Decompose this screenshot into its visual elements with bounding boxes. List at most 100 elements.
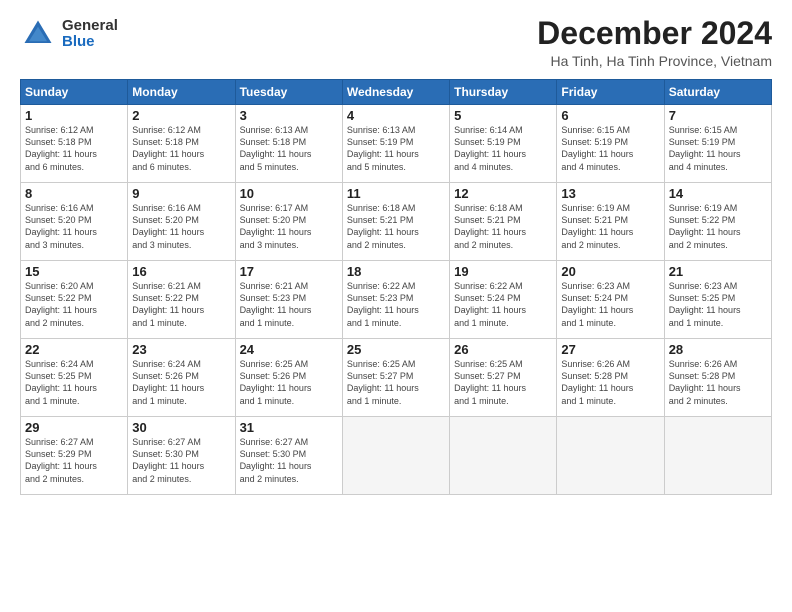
table-cell <box>450 417 557 495</box>
day-info: Sunrise: 6:19 AM Sunset: 5:22 PM Dayligh… <box>669 202 767 251</box>
day-info: Sunrise: 6:24 AM Sunset: 5:26 PM Dayligh… <box>132 358 230 407</box>
calendar-row: 1 Sunrise: 6:12 AM Sunset: 5:18 PM Daylig… <box>21 105 772 183</box>
table-cell: 16Sunrise: 6:21 AM Sunset: 5:22 PM Dayli… <box>128 261 235 339</box>
table-cell: 18Sunrise: 6:22 AM Sunset: 5:23 PM Dayli… <box>342 261 449 339</box>
table-cell: 8Sunrise: 6:16 AM Sunset: 5:20 PM Daylig… <box>21 183 128 261</box>
day-info: Sunrise: 6:22 AM Sunset: 5:24 PM Dayligh… <box>454 280 552 329</box>
table-cell: 1Sunrise: 6:12 AM Sunset: 5:18 PM Daylig… <box>21 105 128 183</box>
day-number: 2 <box>132 108 230 123</box>
day-info: Sunrise: 6:25 AM Sunset: 5:26 PM Dayligh… <box>240 358 338 407</box>
day-info: Sunrise: 6:25 AM Sunset: 5:27 PM Dayligh… <box>347 358 445 407</box>
day-number: 8 <box>25 186 123 201</box>
table-cell: 5Sunrise: 6:14 AM Sunset: 5:19 PM Daylig… <box>450 105 557 183</box>
day-info: Sunrise: 6:14 AM Sunset: 5:19 PM Dayligh… <box>454 124 552 173</box>
calendar-table: Sunday Monday Tuesday Wednesday Thursday… <box>20 79 772 495</box>
table-cell: 7Sunrise: 6:15 AM Sunset: 5:19 PM Daylig… <box>664 105 771 183</box>
day-info: Sunrise: 6:27 AM Sunset: 5:29 PM Dayligh… <box>25 436 123 485</box>
table-cell: 12Sunrise: 6:18 AM Sunset: 5:21 PM Dayli… <box>450 183 557 261</box>
day-number: 5 <box>454 108 552 123</box>
day-number: 27 <box>561 342 659 357</box>
day-info: Sunrise: 6:27 AM Sunset: 5:30 PM Dayligh… <box>240 436 338 485</box>
table-cell: 13Sunrise: 6:19 AM Sunset: 5:21 PM Dayli… <box>557 183 664 261</box>
table-cell: 28Sunrise: 6:26 AM Sunset: 5:28 PM Dayli… <box>664 339 771 417</box>
day-info: Sunrise: 6:13 AM Sunset: 5:18 PM Dayligh… <box>240 124 338 173</box>
day-info: Sunrise: 6:15 AM Sunset: 5:19 PM Dayligh… <box>561 124 659 173</box>
day-info: Sunrise: 6:22 AM Sunset: 5:23 PM Dayligh… <box>347 280 445 329</box>
col-tuesday: Tuesday <box>235 80 342 105</box>
day-number: 29 <box>25 420 123 435</box>
day-info: Sunrise: 6:18 AM Sunset: 5:21 PM Dayligh… <box>347 202 445 251</box>
table-cell: 11Sunrise: 6:18 AM Sunset: 5:21 PM Dayli… <box>342 183 449 261</box>
table-cell <box>557 417 664 495</box>
day-info: Sunrise: 6:26 AM Sunset: 5:28 PM Dayligh… <box>669 358 767 407</box>
table-cell: 15Sunrise: 6:20 AM Sunset: 5:22 PM Dayli… <box>21 261 128 339</box>
table-cell: 9Sunrise: 6:16 AM Sunset: 5:20 PM Daylig… <box>128 183 235 261</box>
day-info: Sunrise: 6:21 AM Sunset: 5:22 PM Dayligh… <box>132 280 230 329</box>
day-number: 16 <box>132 264 230 279</box>
table-cell: 25Sunrise: 6:25 AM Sunset: 5:27 PM Dayli… <box>342 339 449 417</box>
table-cell: 24Sunrise: 6:25 AM Sunset: 5:26 PM Dayli… <box>235 339 342 417</box>
calendar-row: 15Sunrise: 6:20 AM Sunset: 5:22 PM Dayli… <box>21 261 772 339</box>
table-cell: 10Sunrise: 6:17 AM Sunset: 5:20 PM Dayli… <box>235 183 342 261</box>
day-info: Sunrise: 6:12 AM Sunset: 5:18 PM Dayligh… <box>132 124 230 173</box>
day-info: Sunrise: 6:23 AM Sunset: 5:25 PM Dayligh… <box>669 280 767 329</box>
day-info: Sunrise: 6:26 AM Sunset: 5:28 PM Dayligh… <box>561 358 659 407</box>
day-info: Sunrise: 6:23 AM Sunset: 5:24 PM Dayligh… <box>561 280 659 329</box>
day-info: Sunrise: 6:16 AM Sunset: 5:20 PM Dayligh… <box>132 202 230 251</box>
day-number: 7 <box>669 108 767 123</box>
col-monday: Monday <box>128 80 235 105</box>
day-number: 28 <box>669 342 767 357</box>
logo: General Blue <box>20 16 118 52</box>
day-number: 15 <box>25 264 123 279</box>
day-info: Sunrise: 6:21 AM Sunset: 5:23 PM Dayligh… <box>240 280 338 329</box>
day-number: 4 <box>347 108 445 123</box>
table-cell: 31Sunrise: 6:27 AM Sunset: 5:30 PM Dayli… <box>235 417 342 495</box>
day-number: 31 <box>240 420 338 435</box>
day-number: 25 <box>347 342 445 357</box>
table-cell: 17Sunrise: 6:21 AM Sunset: 5:23 PM Dayli… <box>235 261 342 339</box>
day-number: 23 <box>132 342 230 357</box>
logo-icon <box>20 16 56 52</box>
day-number: 13 <box>561 186 659 201</box>
col-thursday: Thursday <box>450 80 557 105</box>
table-cell: 3Sunrise: 6:13 AM Sunset: 5:18 PM Daylig… <box>235 105 342 183</box>
day-number: 3 <box>240 108 338 123</box>
day-number: 19 <box>454 264 552 279</box>
day-number: 6 <box>561 108 659 123</box>
table-cell: 23Sunrise: 6:24 AM Sunset: 5:26 PM Dayli… <box>128 339 235 417</box>
table-cell: 30Sunrise: 6:27 AM Sunset: 5:30 PM Dayli… <box>128 417 235 495</box>
day-number: 18 <box>347 264 445 279</box>
table-cell: 20Sunrise: 6:23 AM Sunset: 5:24 PM Dayli… <box>557 261 664 339</box>
day-info: Sunrise: 6:16 AM Sunset: 5:20 PM Dayligh… <box>25 202 123 251</box>
table-cell: 4Sunrise: 6:13 AM Sunset: 5:19 PM Daylig… <box>342 105 449 183</box>
table-cell: 29Sunrise: 6:27 AM Sunset: 5:29 PM Dayli… <box>21 417 128 495</box>
calendar-subtitle: Ha Tinh, Ha Tinh Province, Vietnam <box>537 53 772 69</box>
day-number: 14 <box>669 186 767 201</box>
calendar-header-row: Sunday Monday Tuesday Wednesday Thursday… <box>21 80 772 105</box>
day-number: 1 <box>25 108 123 123</box>
logo-blue-text: Blue <box>62 34 118 51</box>
table-cell: 19Sunrise: 6:22 AM Sunset: 5:24 PM Dayli… <box>450 261 557 339</box>
page: General Blue December 2024 Ha Tinh, Ha T… <box>0 0 792 612</box>
day-info: Sunrise: 6:18 AM Sunset: 5:21 PM Dayligh… <box>454 202 552 251</box>
table-cell <box>664 417 771 495</box>
day-info: Sunrise: 6:27 AM Sunset: 5:30 PM Dayligh… <box>132 436 230 485</box>
day-info: Sunrise: 6:17 AM Sunset: 5:20 PM Dayligh… <box>240 202 338 251</box>
day-number: 26 <box>454 342 552 357</box>
table-cell: 2Sunrise: 6:12 AM Sunset: 5:18 PM Daylig… <box>128 105 235 183</box>
header: General Blue December 2024 Ha Tinh, Ha T… <box>20 16 772 69</box>
col-friday: Friday <box>557 80 664 105</box>
day-number: 30 <box>132 420 230 435</box>
table-cell: 26Sunrise: 6:25 AM Sunset: 5:27 PM Dayli… <box>450 339 557 417</box>
col-sunday: Sunday <box>21 80 128 105</box>
col-wednesday: Wednesday <box>342 80 449 105</box>
day-number: 20 <box>561 264 659 279</box>
table-cell: 14Sunrise: 6:19 AM Sunset: 5:22 PM Dayli… <box>664 183 771 261</box>
calendar-row: 8Sunrise: 6:16 AM Sunset: 5:20 PM Daylig… <box>21 183 772 261</box>
day-number: 10 <box>240 186 338 201</box>
logo-general-text: General <box>62 18 118 35</box>
day-number: 9 <box>132 186 230 201</box>
table-cell: 27Sunrise: 6:26 AM Sunset: 5:28 PM Dayli… <box>557 339 664 417</box>
title-block: December 2024 Ha Tinh, Ha Tinh Province,… <box>537 16 772 69</box>
day-info: Sunrise: 6:25 AM Sunset: 5:27 PM Dayligh… <box>454 358 552 407</box>
